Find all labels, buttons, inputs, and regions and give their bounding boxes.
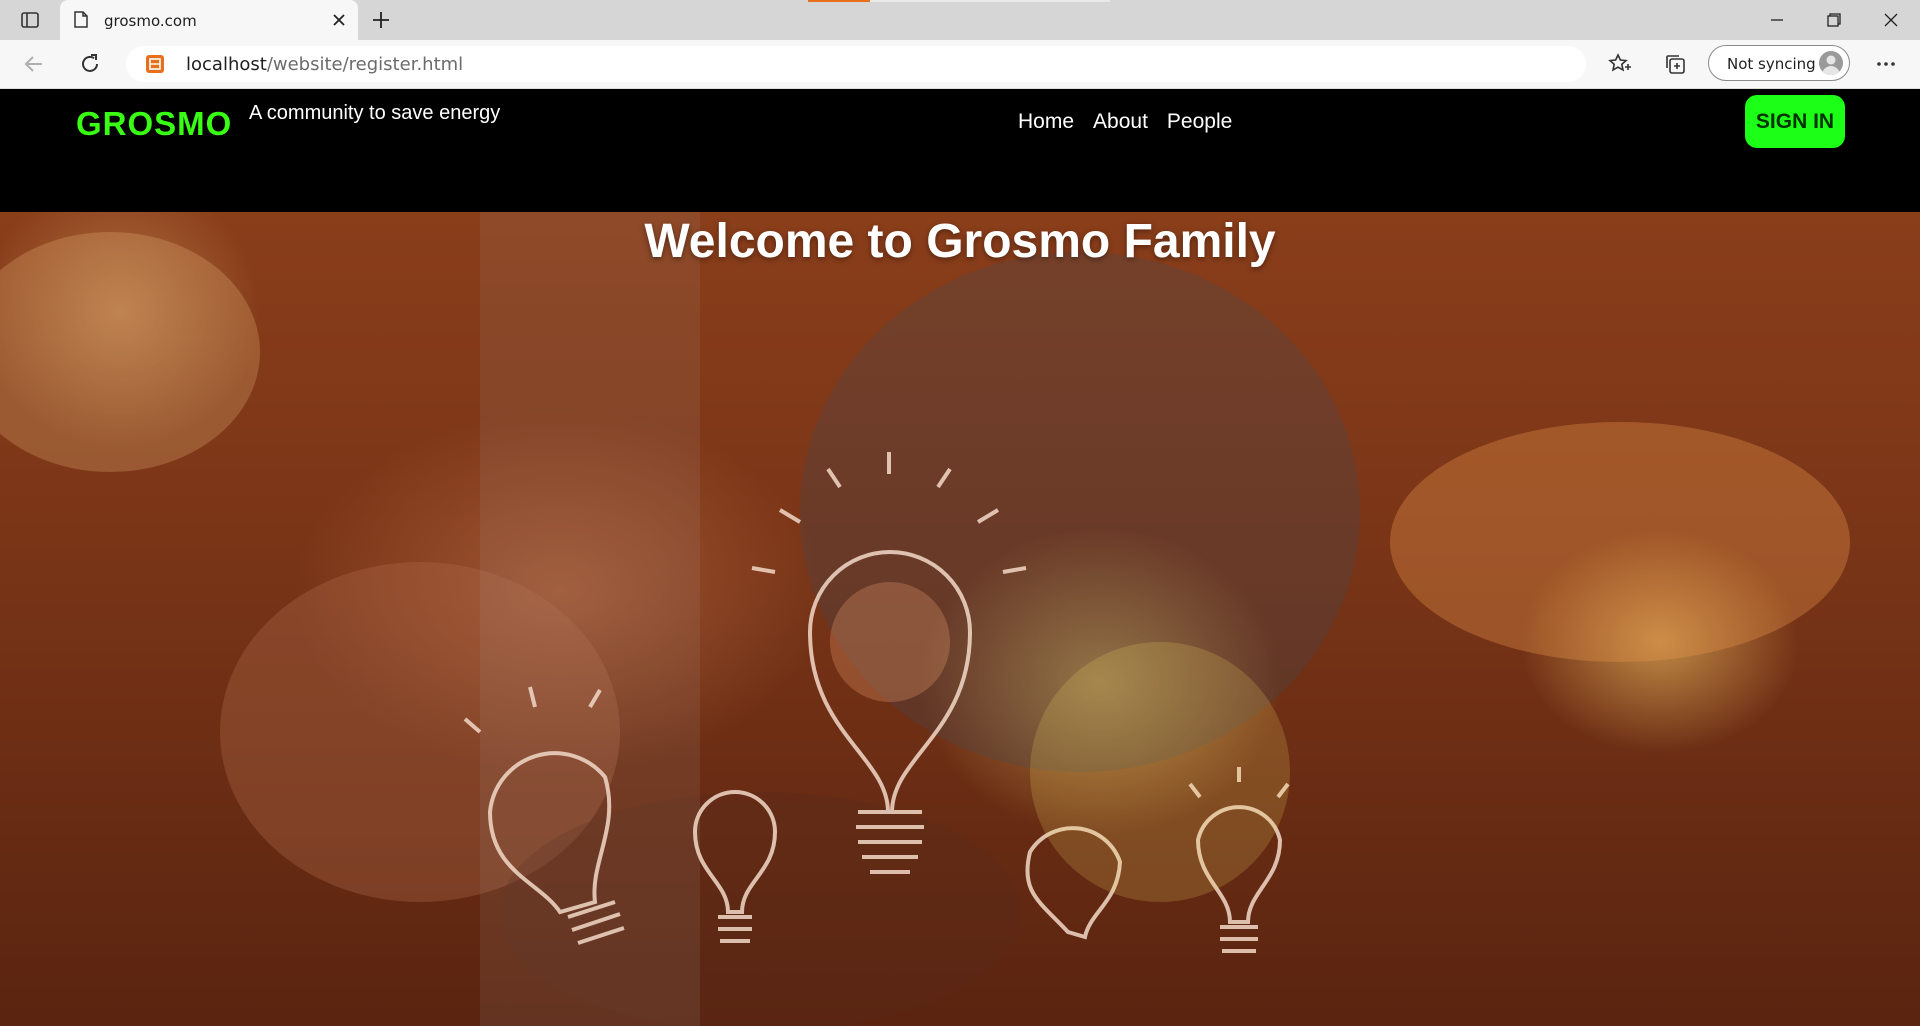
tagline: A community to save energy	[249, 102, 501, 124]
window-close-icon[interactable]	[1876, 10, 1906, 30]
tab-strip: grosmo.com	[0, 0, 1920, 40]
hero-banner: Welcome to Grosmo Family	[0, 212, 1920, 1026]
page-icon	[74, 11, 88, 28]
close-icon[interactable]	[330, 11, 348, 29]
sync-label: Not syncing	[1727, 55, 1816, 73]
favorites-icon[interactable]	[1608, 52, 1632, 76]
minimize-icon[interactable]	[1762, 10, 1792, 30]
address-bar[interactable]: localhost/website/register.html	[126, 46, 1586, 82]
tab-title: grosmo.com	[104, 12, 197, 30]
hero-illustration	[0, 212, 1850, 1026]
sign-in-button[interactable]: SIGN IN	[1745, 95, 1845, 148]
plus-icon[interactable]	[370, 9, 392, 31]
back-icon[interactable]	[22, 52, 46, 76]
site-header: GROSMO A community to save energy Home A…	[0, 89, 1920, 212]
loading-bar	[808, 0, 1110, 2]
url-text[interactable]: localhost/website/register.html	[186, 54, 463, 75]
profile-sync-button[interactable]: Not syncing	[1708, 45, 1850, 81]
restore-icon[interactable]	[1818, 10, 1848, 30]
hero-title: Welcome to Grosmo Family	[644, 215, 1276, 268]
site-icon	[146, 55, 164, 73]
nav-link-about[interactable]: About	[1093, 110, 1148, 134]
page-viewport: GROSMO A community to save energy Home A…	[0, 89, 1920, 1026]
collections-icon[interactable]	[1663, 52, 1687, 76]
brand-logo[interactable]: GROSMO	[76, 105, 232, 143]
main-nav: Home About People	[1018, 110, 1232, 134]
browser-toolbar: localhost/website/register.html Not sync…	[0, 40, 1920, 89]
browser-tab[interactable]: grosmo.com	[60, 0, 358, 40]
more-icon[interactable]	[1874, 52, 1898, 76]
nav-link-home[interactable]: Home	[1018, 110, 1074, 134]
refresh-icon[interactable]	[78, 52, 102, 76]
nav-link-people[interactable]: People	[1167, 110, 1232, 134]
avatar-icon	[1819, 51, 1843, 75]
tab-actions-icon[interactable]	[18, 9, 42, 31]
